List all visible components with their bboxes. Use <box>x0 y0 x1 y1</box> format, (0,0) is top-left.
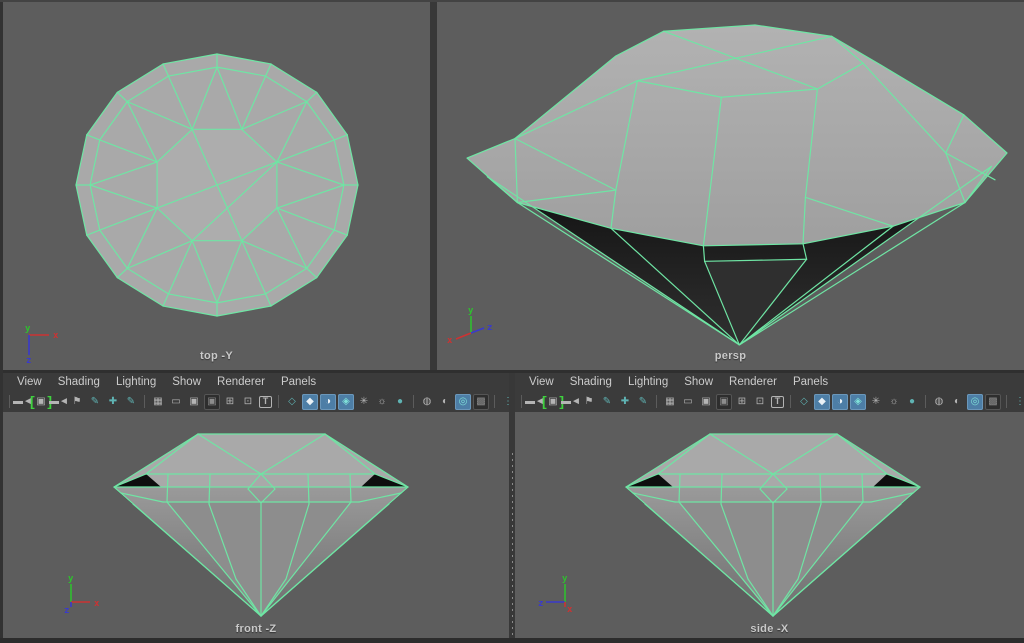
shadows-icon[interactable]: ☼ <box>374 394 390 410</box>
lock-camera-icon[interactable]: ▣ <box>545 394 561 410</box>
lights-icon[interactable]: ✳ <box>356 394 372 410</box>
front-view-scene[interactable] <box>3 412 509 643</box>
textured-icon[interactable]: ◈ <box>338 394 354 410</box>
viewport-side-pane: ViewShadingLightingShowRendererPanels ▬◄… <box>515 373 1024 643</box>
shadows-icon[interactable]: ☼ <box>886 394 902 410</box>
toolbar-separator <box>925 395 926 408</box>
options-icon[interactable]: ⋮ <box>1012 394 1024 410</box>
viewport-top[interactable]: xzy top -Y <box>3 2 430 370</box>
gate-mask-icon[interactable]: ▣ <box>204 394 220 410</box>
top-view-scene[interactable] <box>3 2 430 370</box>
viewport-persp[interactable]: yxz persp <box>437 2 1024 370</box>
menu-show[interactable]: Show <box>164 375 209 389</box>
pane-divider-bottom[interactable] <box>509 373 515 643</box>
toolbar-separator <box>144 395 145 408</box>
camera-attributes-icon[interactable]: ▬◄ <box>563 394 579 410</box>
side-view-scene[interactable] <box>515 412 1024 643</box>
view-transform-icon[interactable]: ◎ <box>455 394 471 410</box>
viewport-front-pane: ViewShadingLightingShowRendererPanels ▬◄… <box>3 373 509 643</box>
menu-shading[interactable]: Shading <box>50 375 108 389</box>
menu-lighting[interactable]: Lighting <box>108 375 164 389</box>
default-material-icon[interactable]: ◑ <box>320 394 336 410</box>
image-plane-icon[interactable]: ✎ <box>599 394 615 410</box>
select-camera-icon[interactable]: ▬◄ <box>527 394 543 410</box>
menu-shading[interactable]: Shading <box>562 375 620 389</box>
field-chart-icon[interactable]: ⊞ <box>734 394 750 410</box>
menu-view[interactable]: View <box>9 375 50 389</box>
menu-panels[interactable]: Panels <box>273 375 324 389</box>
maya-four-view-workspace: { "panels": { "top": { "label": "top -Y"… <box>0 0 1024 643</box>
toolbar-separator <box>9 395 10 408</box>
safe-title-icon[interactable]: T <box>259 396 272 408</box>
panel-menubar: ViewShadingLightingShowRendererPanels <box>3 373 509 391</box>
frame-icon[interactable]: ▩ <box>473 394 489 410</box>
toolbar-separator <box>521 395 522 408</box>
viewport-side[interactable]: yzx side -X <box>515 412 1024 643</box>
isolate-select-icon[interactable]: ◍ <box>419 394 435 410</box>
field-chart-icon[interactable]: ⊞ <box>222 394 238 410</box>
wireframe-icon[interactable]: ◇ <box>796 394 812 410</box>
menu-renderer[interactable]: Renderer <box>721 375 785 389</box>
film-gate-icon[interactable]: ▭ <box>680 394 696 410</box>
smooth-shade-icon[interactable]: ◆ <box>302 394 318 410</box>
ao-icon[interactable]: ● <box>392 394 408 410</box>
isolate-select-icon[interactable]: ◍ <box>931 394 947 410</box>
resolution-gate-icon[interactable]: ▣ <box>698 394 714 410</box>
viewport-front[interactable]: yxz front -Z <box>3 412 509 643</box>
toolbar-separator <box>656 395 657 408</box>
select-camera-icon[interactable]: ▬◄ <box>15 394 31 410</box>
exposure-icon[interactable]: ◐ <box>437 394 453 410</box>
safe-action-icon[interactable]: ⊡ <box>240 394 256 410</box>
bookmark-icon[interactable]: ⚑ <box>581 394 597 410</box>
film-gate-icon[interactable]: ▭ <box>168 394 184 410</box>
ao-icon[interactable]: ● <box>904 394 920 410</box>
grease-pencil-icon[interactable]: ✎ <box>123 394 139 410</box>
exposure-icon[interactable]: ◐ <box>949 394 965 410</box>
frame-icon[interactable]: ▩ <box>985 394 1001 410</box>
smooth-shade-icon[interactable]: ◆ <box>814 394 830 410</box>
grease-pencil-icon[interactable]: ✎ <box>635 394 651 410</box>
safe-title-icon[interactable]: T <box>771 396 784 408</box>
textured-icon[interactable]: ◈ <box>850 394 866 410</box>
panel-menubar: ViewShadingLightingShowRendererPanels <box>515 373 1024 391</box>
lock-camera-icon[interactable]: ▣ <box>33 394 49 410</box>
pane-divider-top[interactable] <box>430 2 437 370</box>
menu-panels[interactable]: Panels <box>785 375 836 389</box>
safe-action-icon[interactable]: ⊡ <box>752 394 768 410</box>
top-edge <box>0 0 1024 2</box>
grid-icon[interactable]: ▦ <box>662 394 678 410</box>
toolbar-separator <box>278 395 279 408</box>
menu-show[interactable]: Show <box>676 375 721 389</box>
pan-zoom-icon[interactable]: ✚ <box>105 394 121 410</box>
view-transform-icon[interactable]: ◎ <box>967 394 983 410</box>
menu-lighting[interactable]: Lighting <box>620 375 676 389</box>
toolbar-separator <box>790 395 791 408</box>
persp-view-scene[interactable] <box>437 2 1024 370</box>
panel-toolbar: ▬◄▣▬◄⚑✎✚✎▦▭▣▣⊞⊡T◇◆◑◈✳☼●◍◐◎▩⋮ <box>3 391 509 413</box>
bookmark-icon[interactable]: ⚑ <box>69 394 85 410</box>
menu-renderer[interactable]: Renderer <box>209 375 273 389</box>
toolbar-separator <box>413 395 414 408</box>
default-material-icon[interactable]: ◑ <box>832 394 848 410</box>
lights-icon[interactable]: ✳ <box>868 394 884 410</box>
grid-icon[interactable]: ▦ <box>150 394 166 410</box>
options-icon[interactable]: ⋮ <box>500 394 509 410</box>
image-plane-icon[interactable]: ✎ <box>87 394 103 410</box>
toolbar-separator <box>1006 395 1007 408</box>
camera-attributes-icon[interactable]: ▬◄ <box>51 394 67 410</box>
panel-toolbar: ▬◄▣▬◄⚑✎✚✎▦▭▣▣⊞⊡T◇◆◑◈✳☼●◍◐◎▩⋮ <box>515 391 1024 413</box>
toolbar-separator <box>494 395 495 408</box>
pan-zoom-icon[interactable]: ✚ <box>617 394 633 410</box>
gate-mask-icon[interactable]: ▣ <box>716 394 732 410</box>
resolution-gate-icon[interactable]: ▣ <box>186 394 202 410</box>
menu-view[interactable]: View <box>521 375 562 389</box>
bottom-edge <box>0 638 1024 643</box>
wireframe-icon[interactable]: ◇ <box>284 394 300 410</box>
